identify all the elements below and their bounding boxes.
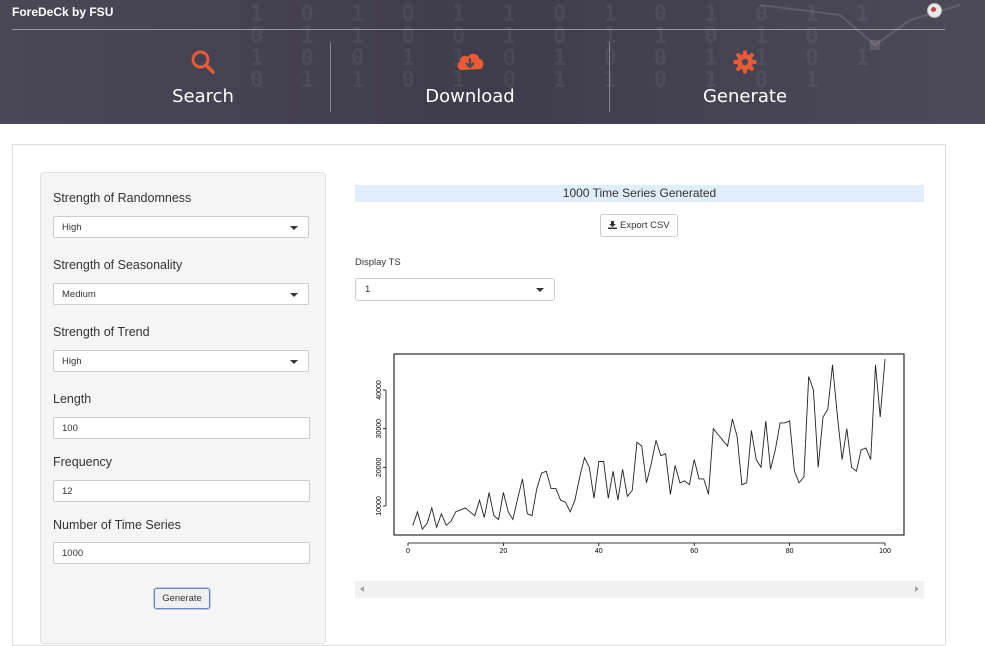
gear-icon: [733, 50, 757, 74]
generate-button[interactable]: Generate: [154, 588, 210, 609]
chevron-down-icon: [536, 288, 544, 292]
scroll-right-icon[interactable]: [915, 586, 919, 592]
user-avatar-icon[interactable]: [927, 3, 942, 18]
randomness-select[interactable]: High: [53, 216, 309, 238]
num-series-label: Number of Time Series: [53, 518, 181, 532]
nav-divider: [330, 42, 331, 112]
seasonality-label: Strength of Seasonality: [53, 258, 183, 272]
x-tick-label: 60: [690, 548, 698, 555]
cloud-download-icon: [457, 53, 484, 70]
time-series-plot: 0 20 40 60 80 100 10000 20000 30000 40000: [376, 353, 905, 555]
nav-generate[interactable]: Generate: [645, 48, 845, 107]
trend-label: Strength of Trend: [53, 325, 150, 339]
nav-search-label: Search: [172, 86, 234, 107]
app-header: 1 0 1 0 1 1 0 1 0 1 0 1 1 0 1 1 0 0 1 0 …: [0, 0, 985, 124]
series-line: [412, 359, 886, 531]
frequency-label: Frequency: [53, 455, 113, 469]
header-divider-line: [12, 29, 945, 30]
seasonality-value: Medium: [62, 289, 96, 300]
x-tick-label: 40: [595, 548, 603, 555]
trend-value: High: [62, 356, 82, 367]
export-csv-label: Export CSV: [620, 220, 670, 231]
y-tick-label: 10000: [376, 496, 383, 516]
brand-title[interactable]: ForeDeCk by FSU: [12, 5, 113, 19]
nav-download-label: Download: [425, 86, 515, 107]
scroll-left-icon[interactable]: [360, 586, 364, 592]
chevron-down-icon: [290, 226, 298, 230]
chevron-down-icon: [290, 360, 298, 364]
length-label: Length: [53, 392, 92, 406]
chevron-down-icon: [290, 293, 298, 297]
settings-sidebar: [40, 172, 326, 644]
display-ts-select[interactable]: 1: [355, 278, 555, 301]
x-tick-label: 20: [500, 548, 508, 555]
x-tick-label: 0: [406, 548, 410, 555]
nav-generate-label: Generate: [702, 86, 788, 107]
seasonality-select[interactable]: Medium: [53, 283, 309, 305]
nav-search[interactable]: Search: [103, 48, 303, 107]
plot-frame: [393, 353, 905, 536]
result-banner: 1000 Time Series Generated: [355, 185, 924, 202]
x-tick-label: 100: [879, 548, 891, 555]
y-tick-label: 40000: [376, 380, 383, 400]
frequency-input[interactable]: 12: [53, 480, 310, 502]
x-tick-label: 80: [786, 548, 794, 555]
display-ts-label: Display TS: [355, 257, 401, 268]
num-series-input[interactable]: 1000: [53, 542, 310, 564]
search-icon: [191, 50, 215, 74]
y-tick-label: 20000: [376, 457, 383, 477]
nav-download[interactable]: Download: [370, 48, 570, 107]
export-csv-button[interactable]: Export CSV: [600, 214, 678, 237]
horizontal-scrollbar[interactable]: [355, 581, 924, 598]
nav-divider: [609, 42, 610, 112]
length-input[interactable]: 100: [53, 417, 310, 439]
display-ts-value: 1: [365, 284, 371, 295]
randomness-label: Strength of Randomness: [53, 191, 192, 205]
randomness-value: High: [62, 222, 82, 233]
trend-select[interactable]: High: [53, 350, 309, 372]
y-tick-label: 30000: [376, 419, 383, 439]
download-icon: [608, 221, 618, 229]
